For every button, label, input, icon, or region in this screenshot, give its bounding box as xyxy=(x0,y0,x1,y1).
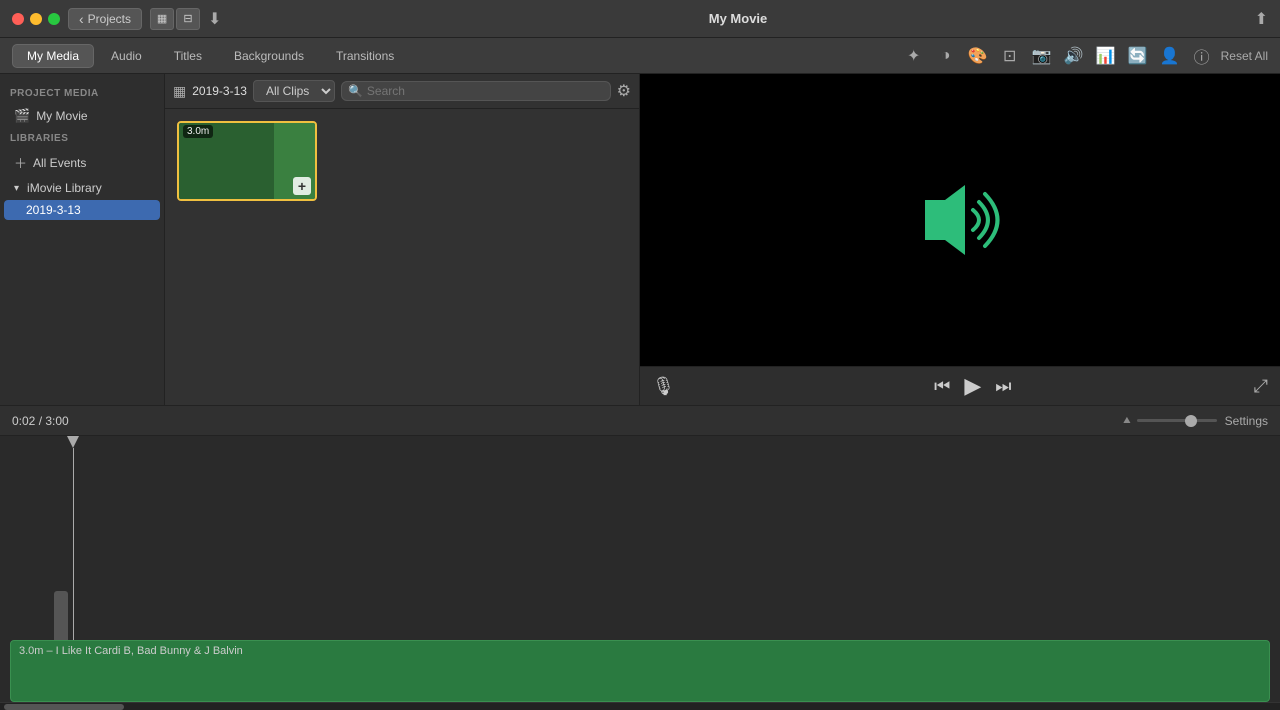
tab-my-media[interactable]: My Media xyxy=(12,44,94,68)
app-middle: PROJECT MEDIA 🎬 My Movie LIBRARIES ＋ All… xyxy=(0,74,1280,405)
preview-controls-right: ⤢ xyxy=(1254,376,1268,397)
maximize-button[interactable] xyxy=(48,13,60,25)
reset-all-button[interactable]: Reset All xyxy=(1221,49,1268,63)
zoom-slider: ⛰ xyxy=(1123,415,1217,426)
play-button[interactable]: ▶ xyxy=(964,373,981,399)
media-browser: ▦ 2019-3-13 All Clips 🔍 ⚙ 3.0m xyxy=(165,74,640,405)
window-title: My Movie xyxy=(709,11,768,26)
current-time: 0:02 xyxy=(12,414,35,428)
timeline-settings-button[interactable]: Settings xyxy=(1225,414,1268,428)
tab-audio[interactable]: Audio xyxy=(96,44,157,68)
sidebar-item-imovie-library[interactable]: ▾ iMovie Library xyxy=(4,177,160,199)
color-balance-icon[interactable]: ◑ xyxy=(933,43,959,69)
timeline-area: 0:02 / 3:00 ⛰ Settings xyxy=(0,405,1280,710)
minimize-button[interactable] xyxy=(30,13,42,25)
toolbar: My Media Audio Titles Backgrounds Transi… xyxy=(0,38,1280,74)
movie-icon: 🎬 xyxy=(14,108,30,124)
audio-icon[interactable]: 🔊 xyxy=(1061,43,1087,69)
clip-part-dark: 3.0m xyxy=(179,123,274,199)
sidebar-item-all-events[interactable]: ＋ All Events xyxy=(4,149,160,176)
app-body: PROJECT MEDIA 🎬 My Movie LIBRARIES ＋ All… xyxy=(0,74,1280,710)
search-icon: 🔍 xyxy=(348,84,363,98)
media-date-label: 2019-3-13 xyxy=(192,84,247,98)
projects-button[interactable]: Projects xyxy=(68,8,142,30)
titlebar-left: Projects ▦ ⊟ ⬇ xyxy=(12,8,221,30)
tab-titles[interactable]: Titles xyxy=(159,44,217,68)
timeline-timecode: 0:02 / 3:00 xyxy=(12,414,69,428)
preview-video xyxy=(640,74,1280,366)
search-input[interactable] xyxy=(367,84,604,98)
crop-icon[interactable]: ⊡ xyxy=(997,43,1023,69)
media-grid-icon[interactable]: ▦ xyxy=(173,83,186,100)
audio-track-label: 3.0m – I Like It Cardi B, Bad Bunny & J … xyxy=(19,645,1261,657)
magic-wand-icon[interactable]: ✦ xyxy=(901,43,927,69)
clip-duration-badge: 3.0m xyxy=(183,125,213,138)
preview-panel: 🎙 ⏮ ▶ ⏭ ⤢ xyxy=(640,74,1280,405)
chevron-down-icon: ▾ xyxy=(14,183,19,194)
preview-video-content xyxy=(640,74,1280,366)
toolbar-right-icons: ✦ ◑ 🎨 ⊡ 📷 🔊 📊 🔄 👤 ⓘ Reset All xyxy=(901,43,1268,69)
clip-item[interactable]: 3.0m + xyxy=(177,121,317,201)
grid-view-button[interactable]: ▦ xyxy=(150,8,174,30)
audio-track-row: 3.0m – I Like It Cardi B, Bad Bunny & J … xyxy=(0,640,1280,702)
timeline-empty-area xyxy=(0,436,1280,656)
sidebar-library-label: iMovie Library xyxy=(27,181,102,195)
timeline-header: 0:02 / 3:00 ⛰ Settings xyxy=(0,406,1280,436)
preview-controls: 🎙 ⏮ ▶ ⏭ ⤢ xyxy=(640,366,1280,405)
sidebar-item-my-movie[interactable]: 🎬 My Movie xyxy=(4,104,160,128)
clip-add-button[interactable]: + xyxy=(293,177,311,195)
nav-down-arrow[interactable]: ⬇ xyxy=(208,9,221,29)
media-search-box: 🔍 xyxy=(341,81,611,101)
toolbar-tabs: My Media Audio Titles Backgrounds Transi… xyxy=(12,44,409,68)
audio-track[interactable]: 3.0m – I Like It Cardi B, Bad Bunny & J … xyxy=(10,640,1270,702)
traffic-lights xyxy=(12,13,60,25)
media-settings-icon[interactable]: ⚙ xyxy=(617,81,631,101)
share-button[interactable]: ⬆ xyxy=(1255,9,1268,29)
media-filter-select[interactable]: All Clips xyxy=(253,80,335,102)
speaker-animation-icon xyxy=(905,180,1015,260)
sidebar-all-events-label: All Events xyxy=(33,156,86,170)
clip-part-light: + xyxy=(274,123,315,199)
timeline-settings-right: ⛰ Settings xyxy=(1123,414,1268,428)
total-time: 3:00 xyxy=(45,414,68,428)
timeline-tracks: 3.0m – I Like It Cardi B, Bad Bunny & J … xyxy=(0,436,1280,702)
media-browser-toolbar: ▦ 2019-3-13 All Clips 🔍 ⚙ xyxy=(165,74,639,109)
media-clips-area: 3.0m + xyxy=(165,109,639,405)
project-media-label: PROJECT MEDIA xyxy=(0,84,164,103)
zoom-slider-thumb[interactable] xyxy=(1185,415,1197,427)
libraries-label: LIBRARIES xyxy=(0,129,164,148)
clip-thumbnail: 3.0m + xyxy=(179,123,315,199)
fullscreen-button[interactable]: ⤢ xyxy=(1254,376,1268,397)
sidebar-my-movie-label: My Movie xyxy=(36,109,87,123)
timeline-scrubber-bar[interactable] xyxy=(54,591,68,646)
skip-forward-button[interactable]: ⏭ xyxy=(995,376,1011,397)
preview-controls-left: 🎙 xyxy=(652,376,692,397)
mic-button[interactable]: 🎙 xyxy=(652,376,675,397)
tab-transitions[interactable]: Transitions xyxy=(321,44,409,68)
skip-back-button[interactable]: ⏮ xyxy=(934,376,950,397)
titlebar: Projects ▦ ⊟ ⬇ My Movie ⬆ xyxy=(0,0,1280,38)
view-toggle-group: ▦ ⊟ xyxy=(150,8,200,30)
close-button[interactable] xyxy=(12,13,24,25)
tab-backgrounds[interactable]: Backgrounds xyxy=(219,44,319,68)
stabilize-icon[interactable]: 🔄 xyxy=(1125,43,1151,69)
add-icon: ＋ xyxy=(14,153,27,172)
color-icon[interactable]: 🎨 xyxy=(965,43,991,69)
list-view-button[interactable]: ⊟ xyxy=(176,8,200,30)
timeline-scrollbar[interactable] xyxy=(0,702,1280,710)
zoom-slider-track[interactable] xyxy=(1137,419,1217,422)
zoom-small-icon: ⛰ xyxy=(1123,415,1131,426)
sidebar: PROJECT MEDIA 🎬 My Movie LIBRARIES ＋ All… xyxy=(0,74,165,405)
noise-icon[interactable]: 👤 xyxy=(1157,43,1183,69)
speed-icon[interactable]: 📊 xyxy=(1093,43,1119,69)
camera-icon[interactable]: 📷 xyxy=(1029,43,1055,69)
scrollbar-thumb[interactable] xyxy=(4,704,124,710)
titlebar-right: ⬆ xyxy=(1255,9,1268,29)
preview-controls-center: ⏮ ▶ ⏭ xyxy=(934,373,1011,399)
info-icon[interactable]: ⓘ xyxy=(1189,43,1215,69)
sidebar-item-date[interactable]: 2019-3-13 xyxy=(4,200,160,220)
